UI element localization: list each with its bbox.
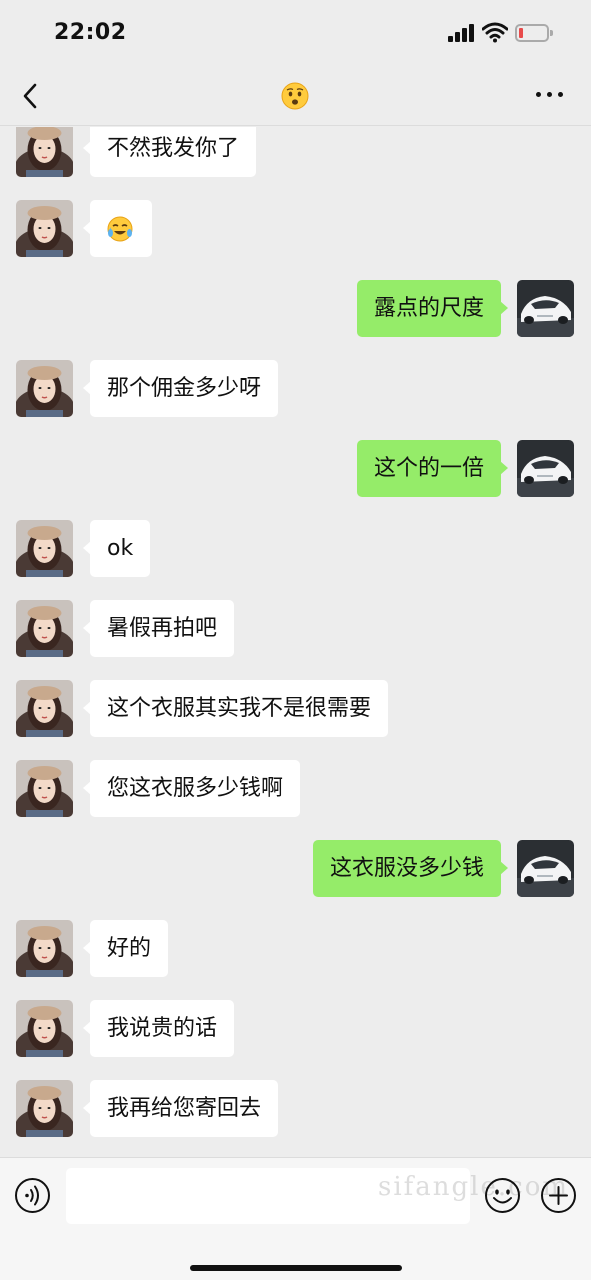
- message-bubble[interactable]: 那个佣金多少呀: [82, 360, 279, 417]
- status-bar: 22:02: [0, 0, 591, 66]
- contact-avatar[interactable]: [16, 600, 73, 657]
- contact-avatar[interactable]: [16, 1080, 73, 1137]
- message-row-incoming: 那个佣金多少呀: [0, 360, 591, 417]
- message-bubble[interactable]: 您这衣服多少钱啊: [82, 760, 301, 817]
- message-bubble[interactable]: 好的: [82, 920, 169, 977]
- crying-laughing-emoji: [107, 216, 133, 242]
- message-bubble[interactable]: 暑假再拍吧: [82, 600, 235, 657]
- message-row-incoming: 好的: [0, 920, 591, 977]
- message-row-incoming: 我再给您寄回去: [0, 1080, 591, 1137]
- message-row-outgoing: 这衣服没多少钱: [0, 840, 591, 897]
- input-bar: sifangle.com: [0, 1157, 591, 1280]
- message-bubble[interactable]: 这个的一倍: [356, 440, 509, 497]
- message-row-incoming: 我说贵的话: [0, 1000, 591, 1057]
- battery-icon: [515, 24, 553, 42]
- back-icon[interactable]: [18, 82, 42, 110]
- nav-bar: [0, 66, 591, 126]
- smiley-icon[interactable]: [484, 1177, 521, 1214]
- home-indicator[interactable]: [190, 1265, 402, 1271]
- my-avatar[interactable]: [517, 840, 574, 897]
- message-row-incoming: 不然我发你了: [0, 127, 591, 177]
- chat-message-list[interactable]: 不然我发你了 露点的尺度 那个佣金多少呀 这个的一倍 ok 暑假再拍吧 这个衣服…: [0, 127, 591, 1157]
- contact-avatar[interactable]: [16, 127, 73, 177]
- message-bubble[interactable]: 这个衣服其实我不是很需要: [82, 680, 389, 737]
- contact-avatar[interactable]: [16, 760, 73, 817]
- message-row-outgoing: 露点的尺度: [0, 280, 591, 337]
- message-row-incoming: 您这衣服多少钱啊: [0, 760, 591, 817]
- cellular-signal-icon: [448, 24, 474, 42]
- message-row-incoming: 这个衣服其实我不是很需要: [0, 680, 591, 737]
- message-row-incoming: [0, 200, 591, 257]
- contact-avatar[interactable]: [16, 1000, 73, 1057]
- message-bubble[interactable]: 我再给您寄回去: [82, 1080, 279, 1137]
- message-bubble[interactable]: 露点的尺度: [356, 280, 509, 337]
- message-row-incoming: 暑假再拍吧: [0, 600, 591, 657]
- contact-avatar[interactable]: [16, 200, 73, 257]
- message-bubble[interactable]: ok: [82, 520, 151, 577]
- status-time: 22:02: [54, 20, 127, 45]
- contact-avatar[interactable]: [16, 360, 73, 417]
- my-avatar[interactable]: [517, 280, 574, 337]
- anxious-face-emoji: [281, 82, 309, 110]
- message-bubble[interactable]: 我说贵的话: [82, 1000, 235, 1057]
- contact-avatar[interactable]: [16, 520, 73, 577]
- message-input[interactable]: [66, 1168, 470, 1224]
- wifi-icon: [482, 22, 508, 43]
- more-icon[interactable]: [536, 92, 566, 100]
- message-bubble[interactable]: 不然我发你了: [82, 127, 257, 177]
- contact-avatar[interactable]: [16, 920, 73, 977]
- message-bubble-emoji[interactable]: [83, 200, 152, 257]
- message-row-outgoing: 这个的一倍: [0, 440, 591, 497]
- my-avatar[interactable]: [517, 440, 574, 497]
- message-bubble[interactable]: 这衣服没多少钱: [312, 840, 509, 897]
- voice-icon[interactable]: [14, 1177, 51, 1214]
- contact-avatar[interactable]: [16, 680, 73, 737]
- plus-icon[interactable]: [540, 1177, 577, 1214]
- message-row-incoming: ok: [0, 520, 591, 577]
